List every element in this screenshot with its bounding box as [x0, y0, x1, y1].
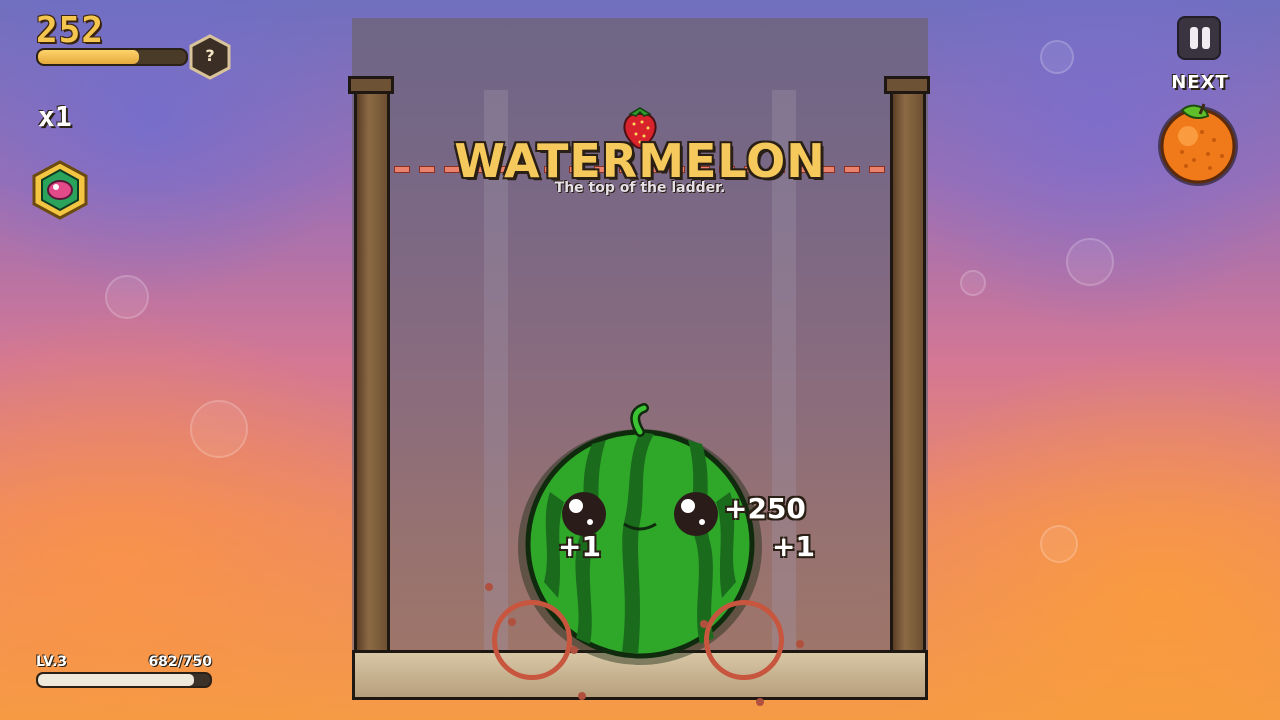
score-value: 252 [36, 10, 105, 51]
next-label: NEXT [1171, 72, 1229, 93]
score-progress-fill [38, 50, 139, 64]
bokeh-light [190, 400, 248, 458]
bokeh-light [1040, 525, 1078, 563]
juice-speck [796, 640, 804, 648]
deadline-dash [394, 166, 410, 173]
juice-speck [756, 698, 764, 706]
juice-speck [485, 583, 493, 591]
impact-ring [704, 600, 784, 680]
gem-icon[interactable] [32, 160, 88, 220]
level-progress-bar [36, 672, 212, 688]
fruit-subtitle: The top of the ladder. [554, 180, 726, 196]
pause-button[interactable] [1177, 16, 1221, 60]
juice-speck [508, 618, 516, 626]
deadline-dash [419, 166, 435, 173]
left-wall [354, 78, 390, 698]
level-panel: LV.3 682/750 [36, 654, 212, 688]
bokeh-light [105, 275, 149, 319]
impact-ring [492, 600, 572, 680]
right-wall-cap [884, 76, 930, 94]
orange-icon [1158, 103, 1238, 186]
bokeh-light [960, 270, 986, 296]
left-wall-cap [348, 76, 394, 94]
juice-speck [578, 692, 586, 700]
score-popup-right: +1 [772, 530, 815, 563]
score-progress-bar [36, 48, 188, 66]
score-popup-big: +250 [724, 492, 806, 525]
right-wall [890, 78, 926, 698]
level-xp: 682/750 [148, 654, 212, 670]
bokeh-light [1066, 238, 1114, 286]
score-multiplier: x1 [38, 100, 72, 133]
mystery-label: ? [205, 46, 215, 65]
level-label: LV.3 [36, 654, 68, 670]
bokeh-light [1040, 40, 1074, 74]
juice-speck [570, 646, 578, 654]
mystery-badge[interactable]: ? [188, 34, 232, 80]
level-progress-fill [38, 674, 195, 686]
deadline-dash [844, 166, 860, 173]
juice-speck [700, 620, 708, 628]
score-popup-left: +1 [558, 530, 601, 563]
deadline-dash [869, 166, 885, 173]
